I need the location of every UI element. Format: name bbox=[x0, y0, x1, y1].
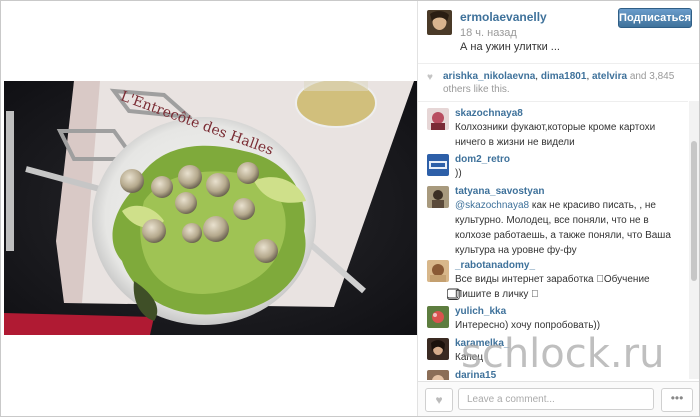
like-button[interactable]: ♥ bbox=[425, 388, 453, 412]
liker-link[interactable]: atelvira bbox=[592, 71, 627, 82]
instagram-post-window: L'Entrecôte des Halles ermolaevanelly 18… bbox=[0, 0, 700, 417]
commenter-avatar[interactable] bbox=[427, 108, 449, 130]
post-photo: L'Entrecôte des Halles bbox=[4, 81, 417, 335]
scrollbar-thumb[interactable] bbox=[691, 141, 697, 281]
comment-text: )) bbox=[455, 168, 462, 179]
comments-scrollbar[interactable] bbox=[689, 101, 699, 379]
author-avatar[interactable] bbox=[427, 10, 452, 35]
author-username[interactable]: ermolaevanelly bbox=[460, 10, 547, 24]
commenter-avatar[interactable] bbox=[427, 338, 449, 360]
likes-text: arishka_nikolaevna, dima1801, atelvira a… bbox=[443, 71, 675, 95]
commenter-username[interactable]: _rabotanadomy_ bbox=[455, 260, 535, 271]
comment-input[interactable]: Leave a comment... bbox=[458, 388, 654, 410]
commenter-avatar[interactable] bbox=[427, 260, 449, 282]
heart-icon: ♥ bbox=[427, 72, 433, 83]
comment-mention[interactable]: @skazochnaya8 bbox=[455, 200, 529, 211]
follow-button[interactable]: Подписаться bbox=[618, 8, 692, 28]
commenter-username[interactable]: tatyana_savostyan bbox=[455, 186, 545, 197]
commenter-avatar[interactable] bbox=[427, 370, 449, 380]
commenter-avatar[interactable] bbox=[427, 306, 449, 328]
likes-suffix: like this. bbox=[473, 84, 510, 95]
post-timestamp: 18 ч. назад bbox=[460, 27, 517, 39]
likes-and: and bbox=[629, 71, 647, 82]
likes-summary: ♥ arishka_nikolaevna, dima1801, atelvira… bbox=[418, 63, 699, 95]
heart-icon: ♥ bbox=[435, 393, 443, 407]
post-caption: А на ужин улитки ... bbox=[460, 41, 560, 53]
commenter-avatar[interactable] bbox=[427, 186, 449, 208]
more-options-button[interactable]: ••• bbox=[661, 388, 693, 412]
liker-link[interactable]: arishka_nikolaevna bbox=[443, 71, 535, 82]
comment-text: Колхозники фукают,которые кроме картохи … bbox=[455, 122, 656, 148]
liker-link[interactable]: dima1801 bbox=[541, 71, 587, 82]
commenter-username[interactable]: yulich_kka bbox=[455, 306, 506, 317]
watermark: schlock.ru bbox=[461, 331, 665, 377]
comment-footer: ♥ Leave a comment... ••• bbox=[418, 381, 699, 416]
comment-text: @skazochnaya8 как не красиво писать, , н… bbox=[455, 198, 685, 258]
commenter-avatar[interactable] bbox=[427, 154, 449, 176]
comment-text: Все виды интернет заработка ⃣Обучение ⃣П… bbox=[455, 274, 650, 300]
commenter-username[interactable]: skazochnaya8 bbox=[455, 108, 523, 119]
commenter-username[interactable]: dom2_retro bbox=[455, 154, 510, 165]
post-header: ermolaevanelly 18 ч. назад А на ужин ули… bbox=[418, 1, 699, 61]
